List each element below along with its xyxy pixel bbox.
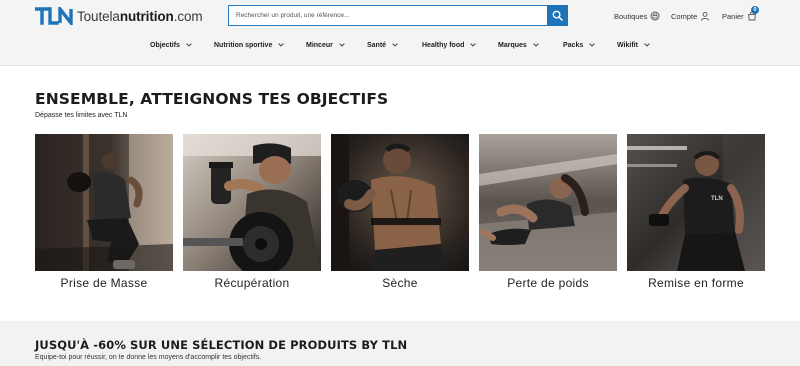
logo-wordmark: Toutelanutrition.com xyxy=(77,8,203,24)
nav-item-sante[interactable]: Santé xyxy=(367,36,398,54)
goal-card-prise-de-masse[interactable]: Prise de Masse xyxy=(35,134,173,290)
promo-title: JUSQU'À -60% SUR UNE SÉLECTION DE PRODUI… xyxy=(35,338,408,352)
nav-label: Santé xyxy=(367,41,387,49)
nav-label: Nutrition sportive xyxy=(214,41,273,49)
compte-link[interactable]: Compte xyxy=(671,9,710,23)
nav-label: Packs xyxy=(563,41,584,49)
nav-label: Wikifit xyxy=(617,41,638,49)
svg-text:TLN: TLN xyxy=(711,196,723,202)
search-button[interactable] xyxy=(547,5,568,26)
chevron-down-icon xyxy=(470,43,477,47)
goal-card-perte-de-poids[interactable]: Perte de poids xyxy=(479,134,617,290)
boutiques-label: Boutiques xyxy=(614,11,648,21)
goal-card-recuperation[interactable]: Récupération xyxy=(183,134,321,290)
remise-en-forme-photo: TLN xyxy=(627,134,765,271)
user-icon xyxy=(700,11,710,21)
nav-item-wikifit[interactable]: Wikifit xyxy=(617,36,650,54)
nav-item-objectifs[interactable]: Objectifs xyxy=(150,36,192,54)
chevron-down-icon xyxy=(533,43,539,47)
chevron-down-icon xyxy=(186,43,192,47)
nav-item-healthy-food[interactable]: Healthy food xyxy=(422,36,477,54)
tln-logo-icon xyxy=(35,6,73,26)
main-nav: Objectifs Nutrition sportive Minceur San… xyxy=(0,36,800,54)
chevron-down-icon xyxy=(392,43,398,47)
promo-subtitle: Equipe-toi pour réussir, on te donne les… xyxy=(35,354,262,361)
perte-de-poids-photo xyxy=(479,134,617,271)
nav-label: Healthy food xyxy=(422,41,465,49)
prise-de-masse-photo xyxy=(35,134,173,271)
goals-title: ENSEMBLE, ATTEIGNONS TES OBJECTIFS xyxy=(35,90,389,108)
goal-card-seche[interactable]: Sèche xyxy=(331,134,469,290)
boutiques-link[interactable]: Boutiques xyxy=(614,9,660,23)
goals-subtitle: Dépasse tes limites avec TLN xyxy=(35,112,128,119)
goal-card-label: Prise de Masse xyxy=(60,276,148,290)
site-header: Toutelanutrition.com Boutiques Compte Pa… xyxy=(0,0,800,66)
goal-card-remise-en-forme[interactable]: TLN Remise en forme xyxy=(627,134,765,290)
nav-item-nutrition-sportive[interactable]: Nutrition sportive xyxy=(214,36,285,54)
cart-count-badge: 0 xyxy=(751,6,759,14)
goal-card-label: Perte de poids xyxy=(507,276,589,290)
chevron-down-icon xyxy=(278,43,285,47)
goal-card-label: Remise en forme xyxy=(648,276,744,290)
chevron-down-icon xyxy=(589,43,595,47)
search-icon xyxy=(552,10,563,21)
goal-card-label: Sèche xyxy=(382,276,418,290)
seche-photo xyxy=(331,134,469,271)
recuperation-photo xyxy=(183,134,321,271)
nav-label: Objectifs xyxy=(150,41,180,49)
promo-section: JUSQU'À -60% SUR UNE SÉLECTION DE PRODUI… xyxy=(0,321,800,366)
goal-card-label: Récupération xyxy=(214,276,290,290)
store-icon xyxy=(650,11,660,21)
nav-item-marques[interactable]: Marques xyxy=(498,36,539,54)
chevron-down-icon xyxy=(644,43,650,47)
search-input[interactable] xyxy=(228,5,547,26)
nav-label: Marques xyxy=(498,41,527,49)
nav-label: Minceur xyxy=(306,41,333,49)
chevron-down-icon xyxy=(339,43,345,47)
site-logo[interactable]: Toutelanutrition.com xyxy=(35,6,203,26)
panier-label: Panier xyxy=(722,11,744,21)
search-bar xyxy=(228,5,568,26)
panier-link[interactable]: Panier 0 xyxy=(722,6,759,23)
compte-label: Compte xyxy=(671,11,698,21)
nav-item-minceur[interactable]: Minceur xyxy=(306,36,345,54)
nav-item-packs[interactable]: Packs xyxy=(563,36,595,54)
